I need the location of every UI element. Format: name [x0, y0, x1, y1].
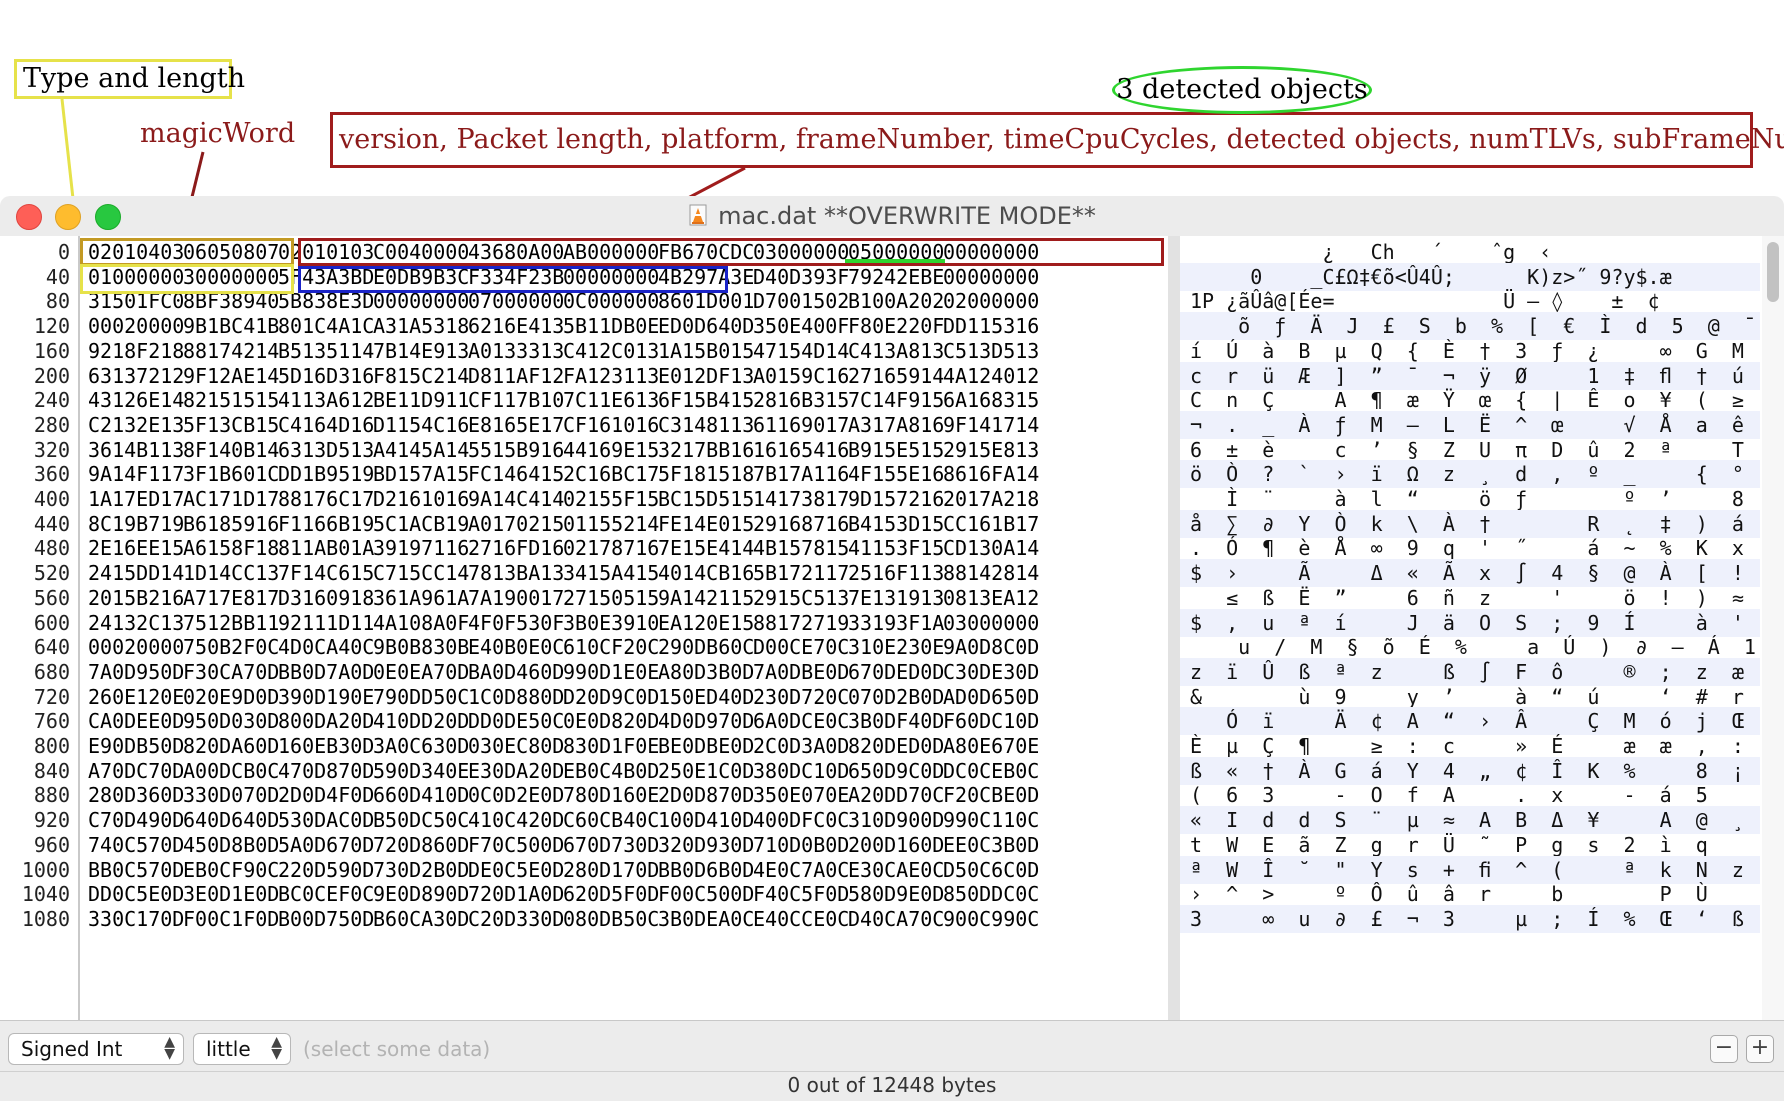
window-title-text: mac.dat **OVERWRITE MODE**	[718, 202, 1096, 230]
endianness-value: little	[206, 1037, 251, 1061]
scrollbar-thumb[interactable]	[1767, 242, 1779, 302]
row-offset: 1080	[21, 906, 70, 931]
table-row: 1080 330C170D F00C1F0D B00D750D B60CA30D C20D…	[0, 904, 1784, 933]
hex-word[interactable]: 900C990C	[943, 905, 1143, 933]
magic-word-annotation: magicWord	[140, 118, 296, 149]
ascii-text[interactable]: 3 ∞ u ∂ £ ¬ 3 µ ; Í % Œ ‘ ß ê ô	[1180, 904, 1760, 933]
data-type-value: Signed Int	[21, 1037, 123, 1061]
vlc-cone-icon	[689, 204, 707, 226]
window-title: mac.dat **OVERWRITE MODE**	[0, 202, 1784, 230]
vertical-scrollbar[interactable]	[1762, 236, 1784, 1020]
type-and-length-annotation: Type and length	[14, 59, 245, 99]
header-fields-annotation: version, Packet length, platform, frameN…	[330, 112, 1784, 168]
status-divider	[0, 1071, 1784, 1072]
updown-chevron-icon: ▲ ▼	[164, 1034, 175, 1062]
detected-objects-annotation: 3 detected objects	[1112, 66, 1372, 114]
updown-chevron-icon: ▲ ▼	[271, 1034, 282, 1062]
hex-view[interactable]: 0 02010403 06050807 02010103 C0040000 43680A0…	[0, 236, 1784, 1020]
hex-editor-window: mac.dat **OVERWRITE MODE** 0 02010403 0605…	[0, 196, 1784, 1101]
data-type-select[interactable]: Signed Int ▲ ▼	[8, 1033, 184, 1065]
title-bar[interactable]: mac.dat **OVERWRITE MODE**	[0, 196, 1784, 236]
add-button[interactable]: +	[1746, 1035, 1774, 1063]
bottom-bar: Signed Int ▲ ▼ little ▲ ▼ (select some dat…	[0, 1020, 1784, 1101]
selection-value-hint: (select some data)	[303, 1037, 491, 1061]
remove-button[interactable]: −	[1710, 1035, 1738, 1063]
endianness-select[interactable]: little ▲ ▼	[193, 1033, 291, 1065]
byte-count-status: 0 out of 12448 bytes	[787, 1073, 997, 1097]
